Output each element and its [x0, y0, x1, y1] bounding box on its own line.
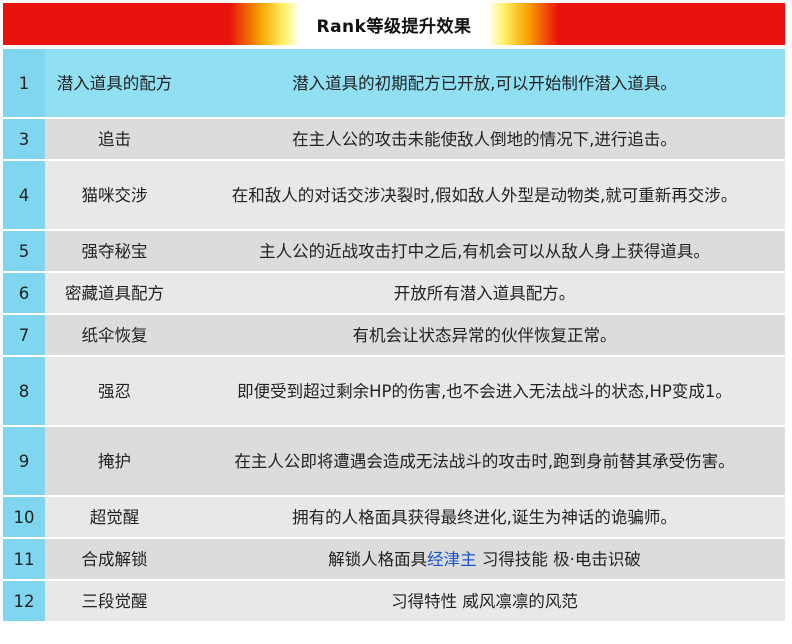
table-row: 11 合成解锁 解锁人格面具经津主 习得技能 极·电击识破	[3, 539, 785, 579]
table-row: 5 强夺秘宝 主人公的近战攻击打中之后,有机会可以从敌人身上获得道具。	[3, 231, 785, 271]
skill-name: 三段觉醒	[45, 581, 184, 621]
skill-name: 追击	[45, 119, 184, 159]
rank-table: 1 潜入道具的配方 潜入道具的初期配方已开放,可以开始制作潜入道具。 3 追击 …	[3, 47, 785, 623]
skill-effect: 潜入道具的初期配方已开放,可以开始制作潜入道具。	[184, 49, 785, 117]
rank-number: 1	[3, 49, 45, 117]
effect-text: 习得技能 极·电击识破	[476, 549, 641, 569]
rank-number: 3	[3, 119, 45, 159]
table-row: 7 纸伞恢复 有机会让状态异常的伙伴恢复正常。	[3, 315, 785, 355]
skill-effect: 在和敌人的对话交涉决裂时,假如敌人外型是动物类,就可重新再交涉。	[184, 161, 785, 229]
table-row: 1 潜入道具的配方 潜入道具的初期配方已开放,可以开始制作潜入道具。	[3, 49, 785, 117]
rank-number: 4	[3, 161, 45, 229]
rank-number: 5	[3, 231, 45, 271]
table-header: Rank等级提升效果	[3, 3, 785, 45]
skill-effect: 主人公的近战攻击打中之后,有机会可以从敌人身上获得道具。	[184, 231, 785, 271]
table-title: Rank等级提升效果	[316, 16, 472, 37]
rank-number: 12	[3, 581, 45, 621]
table-row: 9 掩护 在主人公即将遭遇会造成无法战斗的攻击时,跑到身前替其承受伤害。	[3, 427, 785, 495]
rank-number: 7	[3, 315, 45, 355]
page: Rank等级提升效果 1 潜入道具的配方 潜入道具的初期配方已开放,可以开始制作…	[0, 0, 792, 644]
skill-name: 猫咪交涉	[45, 161, 184, 229]
skill-name: 掩护	[45, 427, 184, 495]
table-row: 8 强忍 即便受到超过剩余HP的伤害,也不会进入无法战斗的状态,HP变成1。	[3, 357, 785, 425]
skill-name: 合成解锁	[45, 539, 184, 579]
table-row: 12 三段觉醒 习得特性 威风凛凛的风范	[3, 581, 785, 621]
skill-name: 潜入道具的配方	[45, 49, 184, 117]
skill-effect: 习得特性 威风凛凛的风范	[184, 581, 785, 621]
rank-number: 6	[3, 273, 45, 313]
skill-name: 强夺秘宝	[45, 231, 184, 271]
table-row: 6 密藏道具配方 开放所有潜入道具配方。	[3, 273, 785, 313]
skill-effect: 在主人公即将遭遇会造成无法战斗的攻击时,跑到身前替其承受伤害。	[184, 427, 785, 495]
skill-name: 纸伞恢复	[45, 315, 184, 355]
effect-text: 解锁人格面具	[328, 549, 428, 569]
skill-name: 强忍	[45, 357, 184, 425]
skill-effect: 开放所有潜入道具配方。	[184, 273, 785, 313]
skill-effect: 拥有的人格面具获得最终进化,诞生为神话的诡骗师。	[184, 497, 785, 537]
table-row: 10 超觉醒 拥有的人格面具获得最终进化,诞生为神话的诡骗师。	[3, 497, 785, 537]
skill-effect: 在主人公的攻击未能使敌人倒地的情况下,进行追击。	[184, 119, 785, 159]
skill-name: 超觉醒	[45, 497, 184, 537]
table-row: 3 追击 在主人公的攻击未能使敌人倒地的情况下,进行追击。	[3, 119, 785, 159]
skill-effect: 解锁人格面具经津主 习得技能 极·电击识破	[184, 539, 785, 579]
rank-number: 10	[3, 497, 45, 537]
rank-number: 11	[3, 539, 45, 579]
rank-number: 9	[3, 427, 45, 495]
table-row: 4 猫咪交涉 在和敌人的对话交涉决裂时,假如敌人外型是动物类,就可重新再交涉。	[3, 161, 785, 229]
skill-name: 密藏道具配方	[45, 273, 184, 313]
rank-number: 8	[3, 357, 45, 425]
skill-effect: 有机会让状态异常的伙伴恢复正常。	[184, 315, 785, 355]
persona-link[interactable]: 经津主	[427, 550, 477, 569]
skill-effect: 即便受到超过剩余HP的伤害,也不会进入无法战斗的状态,HP变成1。	[184, 357, 785, 425]
